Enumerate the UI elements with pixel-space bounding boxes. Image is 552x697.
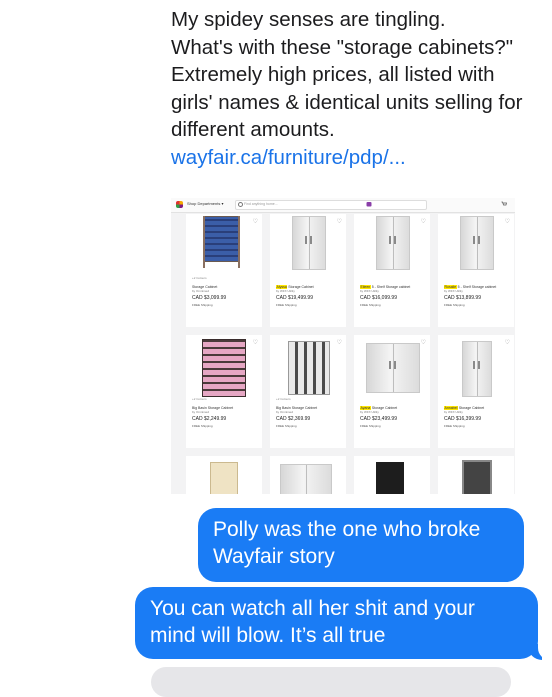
product-vendor: by WFX Utility bbox=[360, 289, 379, 293]
product-image bbox=[192, 337, 256, 397]
shipping-label: FREE Shipping bbox=[360, 424, 381, 428]
heart-icon[interactable]: ♡ bbox=[505, 339, 510, 346]
heart-icon[interactable]: ♡ bbox=[421, 218, 426, 225]
product-price: CAD $13,899.99 bbox=[444, 295, 481, 301]
product-card[interactable]: ♡ Alyssa Storage Cabinet by WFX Utility … bbox=[270, 214, 346, 327]
product-grid: ♡ +2 Colours Storage Cabinet by Omnimed … bbox=[186, 214, 515, 494]
color-count: +2 Colours bbox=[192, 276, 207, 280]
message-line: Polly was the one who broke bbox=[213, 518, 481, 541]
product-card[interactable]: ♡ Eileen 5 - Shelf Storage cabinet by WF… bbox=[354, 214, 430, 327]
product-vendor: by WFX Utility bbox=[444, 289, 463, 293]
shop-departments: Shop Departments ▾ bbox=[187, 201, 224, 206]
product-price: CAD $23,499.99 bbox=[360, 416, 397, 422]
message-line: mind will blow. It’s all true bbox=[150, 624, 386, 647]
message-line: Extremely high prices, all listed with bbox=[171, 63, 495, 86]
next-message-bubble bbox=[151, 667, 511, 697]
message-line: What's with these "storage cabinets?" bbox=[171, 35, 514, 59]
shipping-label: FREE Shipping bbox=[444, 303, 465, 307]
product-vendor: by Omnimed bbox=[276, 410, 294, 414]
shipping-label: FREE Shipping bbox=[444, 424, 465, 428]
message-line: Wayfair story bbox=[213, 545, 335, 568]
account-icon bbox=[366, 202, 372, 207]
wayfair-link[interactable]: wayfair.ca/furniture/pdp/... bbox=[171, 144, 541, 172]
screenshot-topbar: Shop Departments ▾ Find anything home... bbox=[171, 198, 515, 213]
product-vendor: by WFX Utility bbox=[444, 410, 463, 414]
message-line: different amounts. bbox=[171, 118, 335, 141]
shipping-label: FREE Shipping bbox=[192, 424, 213, 428]
product-image bbox=[276, 216, 340, 274]
product-card[interactable]: ♡ +2 Colours Big Basin Storage Cabinet b… bbox=[270, 335, 346, 448]
product-card[interactable] bbox=[438, 456, 514, 494]
heart-icon[interactable]: ♡ bbox=[337, 339, 342, 346]
heart-icon[interactable]: ♡ bbox=[337, 218, 342, 225]
message-line: My spidey senses are tingling. bbox=[171, 8, 446, 31]
outgoing-message[interactable]: Polly was the one who broke Wayfair stor… bbox=[198, 508, 524, 582]
shipping-label: FREE Shipping bbox=[192, 303, 213, 307]
shipping-label: FREE Shipping bbox=[276, 303, 297, 307]
product-image bbox=[444, 216, 508, 274]
product-price: CAD $2,249.99 bbox=[192, 416, 227, 422]
search-icon bbox=[238, 202, 243, 207]
product-image bbox=[444, 337, 508, 397]
product-price: CAD $19,499.99 bbox=[276, 295, 313, 301]
product-image bbox=[192, 216, 256, 274]
product-card[interactable] bbox=[270, 456, 346, 494]
color-count: +2 Colours bbox=[192, 397, 207, 401]
color-count: +2 Colours bbox=[276, 397, 291, 401]
product-card[interactable]: ♡ +2 Colours Storage Cabinet by Omnimed … bbox=[186, 214, 262, 327]
shipping-label: FREE Shipping bbox=[276, 424, 297, 428]
wayfair-logo-icon bbox=[176, 201, 183, 208]
product-card[interactable]: ♡ Rosalie 5 - Shelf Storage cabinet by W… bbox=[438, 214, 514, 327]
heart-icon[interactable]: ♡ bbox=[253, 218, 258, 225]
heart-icon[interactable]: ♡ bbox=[421, 339, 426, 346]
cart-icon bbox=[501, 201, 507, 206]
product-price: CAD $3,099.99 bbox=[192, 295, 227, 301]
product-card[interactable]: ♡ Annabel Storage Cabinet by WFX Utility… bbox=[438, 335, 514, 448]
product-price: CAD $16,099.99 bbox=[360, 295, 397, 301]
product-vendor: by Omnimed bbox=[192, 289, 210, 293]
product-image bbox=[360, 216, 424, 274]
message-line: You can watch all her shit and your bbox=[150, 597, 475, 620]
product-vendor: by WFX Utility bbox=[276, 289, 295, 293]
product-card[interactable]: ♡ +2 Colours Big Basin Storage Cabinet b… bbox=[186, 335, 262, 448]
shipping-label: FREE Shipping bbox=[360, 303, 381, 307]
screenshot-search: Find anything home... bbox=[235, 200, 427, 210]
product-image bbox=[360, 337, 424, 395]
product-card[interactable] bbox=[186, 456, 262, 494]
product-vendor: by WFX Utility bbox=[360, 410, 379, 414]
product-card[interactable] bbox=[354, 456, 430, 494]
product-vendor: by Omnimed bbox=[192, 410, 210, 414]
incoming-message: My spidey senses are tingling. What's wi… bbox=[171, 6, 541, 171]
product-image bbox=[276, 337, 340, 395]
message-line: girls' names & identical units selling f… bbox=[171, 90, 523, 114]
product-price: CAD $2,369.99 bbox=[276, 416, 311, 422]
search-placeholder: Find anything home... bbox=[244, 202, 278, 206]
heart-icon[interactable]: ♡ bbox=[505, 218, 510, 225]
attached-screenshot[interactable]: Shop Departments ▾ Find anything home...… bbox=[171, 198, 515, 494]
heart-icon[interactable]: ♡ bbox=[253, 339, 258, 346]
product-card[interactable]: ♡ Ayana Storage Cabinet by WFX Utility C… bbox=[354, 335, 430, 448]
product-price: CAD $16,399.99 bbox=[444, 416, 481, 422]
outgoing-message[interactable]: You can watch all her shit and your mind… bbox=[135, 587, 538, 659]
